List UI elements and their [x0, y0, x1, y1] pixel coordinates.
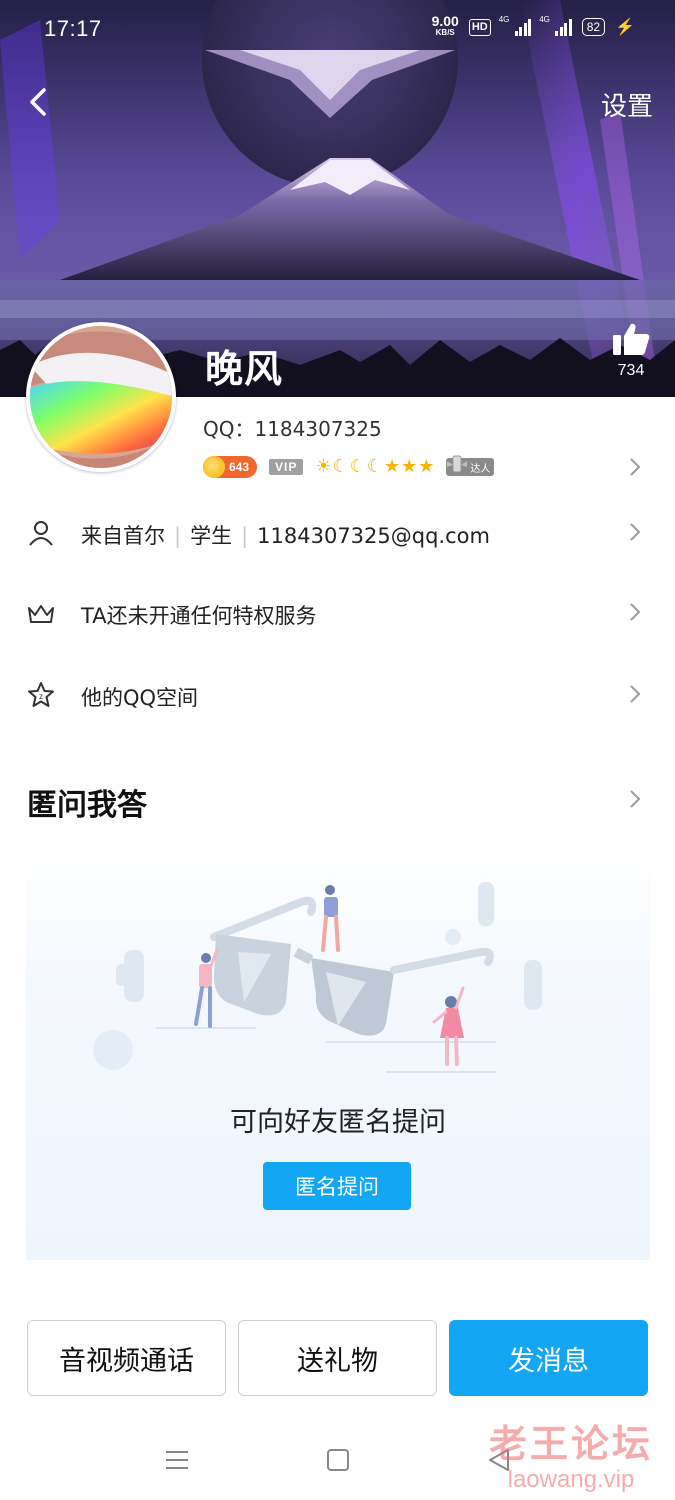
thumbs-up-icon — [613, 323, 650, 355]
status-time: 17:17 — [44, 16, 102, 41]
send-gift-button[interactable]: 送礼物 — [238, 1320, 437, 1396]
expert-badge: 达人 — [446, 455, 495, 476]
watermark: 老王论坛 laowang.vip — [489, 1413, 653, 1494]
coin-icon — [203, 456, 225, 478]
chevron-right-icon — [630, 603, 641, 621]
expert-label: 达人 — [470, 463, 491, 475]
vip-badge: VIP — [269, 459, 304, 475]
privilege-text: TA还未开通任何特权服务 — [81, 604, 317, 628]
like-count: 734 — [617, 362, 645, 379]
chevron-left-icon — [30, 88, 46, 116]
network-speed-unit: KB/S — [435, 28, 455, 37]
qzone-star-icon: z — [28, 682, 54, 707]
sun-icon: ☀ — [315, 456, 332, 477]
crown-icon — [28, 605, 54, 623]
star-icon: ★ — [418, 456, 435, 477]
qa-prompt-text: 可向好友匿名提问 — [230, 1107, 446, 1138]
network-speed: 9.00 KB/S — [431, 13, 459, 38]
person-icon — [29, 521, 53, 546]
info-row-privilege[interactable]: TA还未开通任何特权服务 — [0, 582, 675, 642]
signal-strength-icon-2: 4G — [539, 15, 572, 36]
profile-nickname: 晚风 — [205, 347, 284, 391]
qq-level-icons: ☀ ☾ ☾ ☾ ★ ★ ★ — [315, 457, 434, 477]
coin-level: 643 — [229, 460, 250, 474]
svg-text:z: z — [39, 692, 43, 701]
watermark-url: laowang.vip — [507, 1466, 635, 1493]
chevron-right-icon — [630, 685, 641, 703]
location-text: 来自首尔 — [81, 524, 165, 548]
profile-badges[interactable]: 643 VIP ☀ ☾ ☾ ☾ ★ ★ ★ 达人 — [203, 454, 495, 480]
qzone-text: 他的QQ空间 — [81, 686, 199, 710]
info-row-basic[interactable]: 来自首尔 | 学生 | 1184307325@qq.com — [0, 502, 675, 562]
chevron-right-icon — [630, 523, 641, 541]
video-call-button[interactable]: 音视频通话 — [27, 1320, 226, 1396]
phone-wings-icon — [447, 455, 468, 473]
chevron-right-icon[interactable] — [629, 789, 641, 809]
like-button[interactable]: 734 — [611, 322, 651, 380]
qa-illustration — [93, 882, 542, 1073]
menu-icon[interactable] — [162, 1445, 192, 1475]
star-icon: ★ — [401, 456, 418, 477]
battery-icon: 82 — [581, 18, 606, 36]
back-button[interactable] — [22, 84, 58, 120]
moon-icon: ☾ — [366, 456, 383, 477]
signal1-label: 4G — [498, 15, 510, 24]
network-speed-value: 9.00 — [431, 13, 459, 29]
chevron-right-icon[interactable] — [629, 457, 641, 477]
occupation-text: 学生 — [190, 524, 233, 548]
anonymous-question-button[interactable]: 匿名提问 — [263, 1162, 411, 1210]
qq-number[interactable]: QQ：1184307325 — [203, 413, 382, 442]
moon-icon: ☾ — [332, 456, 349, 477]
hd-voice-icon: HD — [468, 18, 491, 36]
moon-icon: ☾ — [349, 456, 366, 477]
basic-info-text: 来自首尔 | 学生 | 1184307325@qq.com — [81, 524, 490, 548]
qa-card: 可向好友匿名提问 匿名提问 — [26, 842, 650, 1260]
signal2-label: 4G — [539, 15, 550, 24]
watermark-title: 老王论坛 — [488, 1422, 653, 1466]
profile-avatar[interactable] — [26, 322, 176, 472]
charging-icon: ⚡ — [615, 19, 635, 36]
star-icon: ★ — [383, 456, 401, 477]
qa-section-title: 匿问我答 — [27, 788, 147, 823]
qq-level-coin-badge: 643 — [203, 456, 258, 478]
status-bar: 17:17 9.00 KB/S HD 4G 4G 82 ⚡ — [0, 0, 675, 60]
avatar-image — [30, 326, 172, 468]
status-indicators: 9.00 KB/S HD 4G 4G 82 ⚡ — [431, 13, 635, 38]
email-text: 1184307325@qq.com — [257, 524, 490, 548]
info-row-qzone[interactable]: z 他的QQ空间 — [0, 664, 675, 724]
settings-button[interactable]: 设置 — [601, 86, 653, 123]
send-message-button[interactable]: 发消息 — [449, 1320, 648, 1396]
signal-strength-icon: 4G — [498, 15, 532, 36]
home-icon[interactable] — [323, 1445, 353, 1475]
